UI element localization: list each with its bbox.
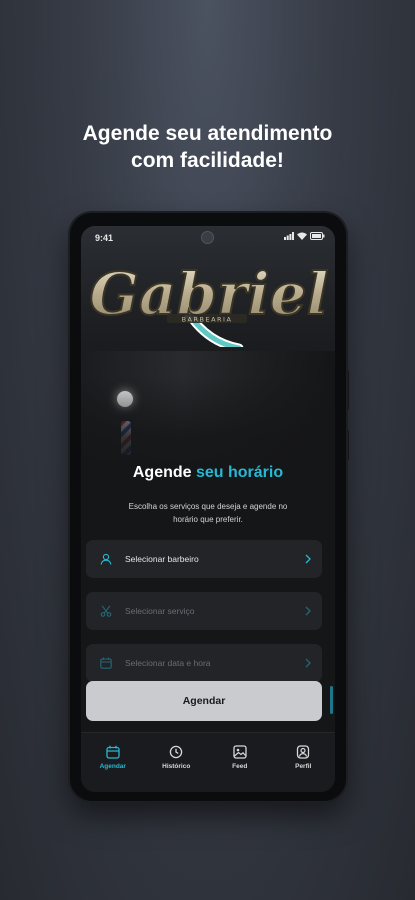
scissors-icon — [97, 602, 115, 620]
app-screen: Gabriel BARBEARIA 9:41 Agende seu horári… — [81, 226, 335, 792]
select-service-label: Selecionar serviço — [125, 606, 195, 616]
nav-item-feed[interactable]: Feed — [210, 745, 270, 770]
battery-icon — [310, 232, 325, 240]
subtitle-line-2: horário que preferir. — [173, 515, 243, 524]
phone-volume-button — [346, 370, 349, 410]
chevron-right-icon — [302, 606, 314, 616]
status-time: 9:41 — [95, 233, 114, 243]
status-icons — [284, 232, 325, 240]
hero-banner: Gabriel BARBEARIA — [81, 226, 335, 486]
nav-item-historico[interactable]: Histórico — [146, 745, 206, 770]
title-part-1: Agende — [132, 464, 192, 481]
nav-item-agendar[interactable]: Agendar — [83, 745, 143, 770]
subtitle-line-1: Escolha os serviços que deseja e agende … — [128, 502, 288, 511]
nav-label-feed: Feed — [232, 763, 248, 770]
scroll-indicator — [330, 686, 333, 714]
nav-label-agendar: Agendar — [99, 763, 126, 770]
select-datetime-label: Selecionar data e hora — [125, 658, 211, 668]
nav-item-perfil[interactable]: Perfil — [273, 745, 333, 770]
phone-power-button — [346, 430, 349, 460]
schedule-button[interactable]: Agendar — [86, 681, 322, 721]
headline-line-1: Agende seu atendimento — [82, 122, 333, 145]
status-bar: 9:41 — [81, 226, 335, 248]
headline-line-2: com facilidade! — [131, 149, 284, 172]
promo-headline: Agende seu atendimento com facilidade! — [0, 120, 415, 174]
select-barber-label: Selecionar barbeiro — [125, 554, 199, 564]
select-barber-field[interactable]: Selecionar barbeiro — [86, 540, 322, 578]
phone-mockup: Gabriel BARBEARIA 9:41 Agende seu horári… — [70, 213, 346, 801]
history-icon — [170, 745, 183, 759]
page-title: Agende seu horário — [81, 464, 335, 482]
chevron-right-icon — [302, 554, 314, 564]
select-service-field[interactable]: Selecionar serviço — [86, 592, 322, 630]
gabriel-logo: Gabriel BARBEARIA — [89, 259, 329, 347]
title-part-2-accent: seu horário — [195, 464, 284, 481]
calendar-icon — [97, 654, 115, 672]
nav-label-perfil: Perfil — [295, 763, 312, 770]
signal-icon — [284, 232, 294, 240]
page-subtitle: Escolha os serviços que deseja e agende … — [97, 500, 319, 526]
user-icon — [97, 550, 115, 568]
front-camera — [201, 231, 214, 244]
nav-label-historico: Histórico — [162, 763, 191, 770]
wifi-icon — [297, 232, 307, 240]
profile-icon — [297, 745, 310, 759]
image-icon — [233, 745, 247, 759]
bottom-navbar: Agendar Histórico Feed Perfil — [81, 732, 335, 792]
select-datetime-field[interactable]: Selecionar data e hora — [86, 644, 322, 682]
logo-subtext: BARBEARIA — [182, 316, 233, 324]
chevron-right-icon — [302, 658, 314, 668]
calendar-icon — [106, 745, 120, 759]
